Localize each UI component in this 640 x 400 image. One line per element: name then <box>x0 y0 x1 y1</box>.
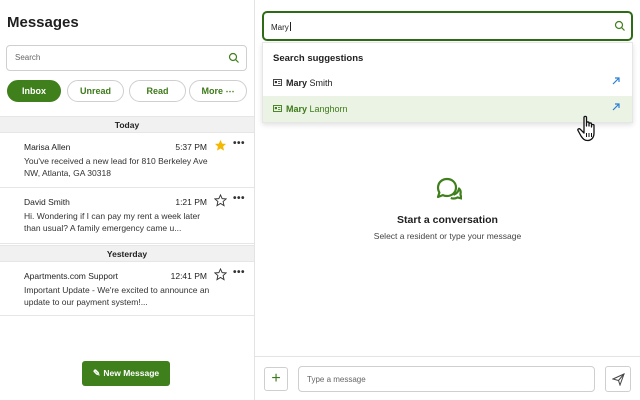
message-row[interactable]: Marisa Allen 5:37 PM ••• You've received… <box>0 133 254 188</box>
suggestions-header: Search suggestions <box>273 53 364 64</box>
hand-pointer-cursor-icon <box>577 115 595 142</box>
suggestion-label: Mary Smith <box>286 78 333 88</box>
chat-bubbles-icon <box>436 177 462 200</box>
send-button[interactable] <box>605 366 631 392</box>
pencil-icon: ✎ <box>92 368 101 378</box>
contact-card-icon <box>273 105 282 112</box>
new-message-label: New Message <box>103 368 160 378</box>
filter-more-button[interactable]: More ⋯ <box>189 80 247 102</box>
search-icon[interactable] <box>228 52 240 64</box>
suggestion-label: Mary Langhorn <box>286 104 348 114</box>
contact-card-icon <box>273 79 282 86</box>
messages-sidebar: Messages Search Inbox Unread Read More ⋯… <box>0 0 255 400</box>
message-row[interactable]: Apartments.com Support 12:41 PM ••• Impo… <box>0 262 254 316</box>
filter-unread-button[interactable]: Unread <box>67 80 124 102</box>
search-suggestions-dropdown: Search suggestions Mary Smith Mary Langh… <box>262 42 633 123</box>
message-sender: David Smith <box>24 197 70 207</box>
more-options-icon[interactable]: ••• <box>233 193 245 204</box>
sidebar-search-placeholder: Search <box>15 53 41 62</box>
message-composer: + Type a message <box>255 356 640 400</box>
message-sender: Marisa Allen <box>24 142 71 152</box>
message-preview: Important Update - We're excited to anno… <box>24 285 210 307</box>
message-time: 12:41 PM <box>170 271 207 281</box>
search-icon[interactable] <box>614 20 626 32</box>
resident-search-input[interactable]: Mary <box>262 11 633 41</box>
message-preview: You've received a new lead for 810 Berke… <box>24 156 208 178</box>
message-time: 5:37 PM <box>175 142 207 152</box>
suggestion-item[interactable]: Mary Smith <box>263 70 632 96</box>
open-arrow-icon[interactable] <box>612 103 620 111</box>
star-outline-icon[interactable] <box>214 268 227 281</box>
message-preview: Hi. Wondering if I can pay my rent a wee… <box>24 211 201 233</box>
message-time: 1:21 PM <box>175 197 207 207</box>
message-input-placeholder: Type a message <box>307 375 366 384</box>
sidebar-title: Messages <box>7 14 79 31</box>
filter-read-button[interactable]: Read <box>129 80 186 102</box>
new-message-button[interactable]: ✎ New Message <box>82 361 170 386</box>
search-value: Mary <box>271 22 291 32</box>
empty-state-title: Start a conversation <box>397 214 498 226</box>
open-arrow-icon[interactable] <box>612 77 620 85</box>
more-options-icon[interactable]: ••• <box>233 138 245 149</box>
message-row[interactable]: David Smith 1:21 PM ••• Hi. Wondering if… <box>0 188 254 244</box>
empty-state-subtitle: Select a resident or type your message <box>373 231 522 241</box>
send-icon <box>612 373 625 386</box>
day-header-yesterday: Yesterday <box>0 245 254 262</box>
message-sender: Apartments.com Support <box>24 271 119 281</box>
day-header-today: Today <box>0 116 254 133</box>
filter-inbox-button[interactable]: Inbox <box>7 80 61 102</box>
sidebar-search-input[interactable]: Search <box>6 45 247 71</box>
star-outline-icon[interactable] <box>214 194 227 207</box>
star-filled-icon[interactable] <box>214 139 227 152</box>
message-input[interactable]: Type a message <box>298 366 595 392</box>
text-caret <box>289 22 291 31</box>
add-attachment-button[interactable]: + <box>264 367 288 391</box>
more-options-icon[interactable]: ••• <box>233 267 245 278</box>
